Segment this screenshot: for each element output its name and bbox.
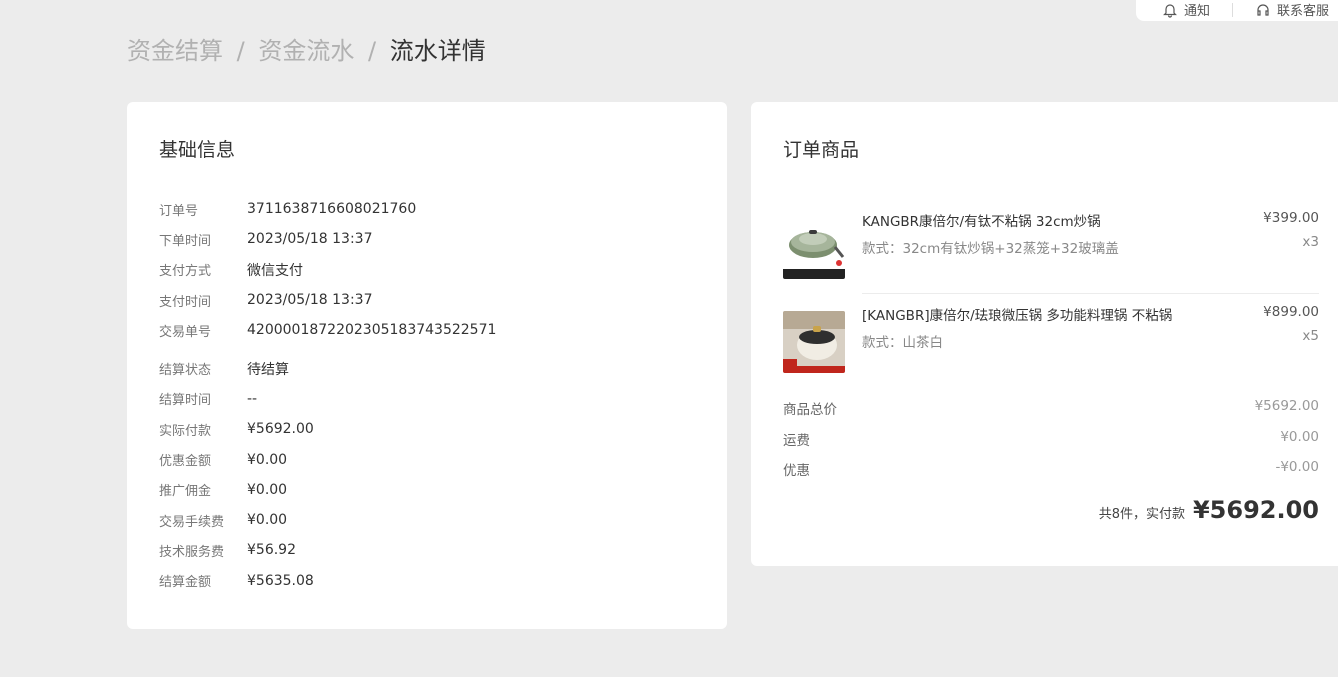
info-row-transaction-no: 交易单号 4200001872202305183743522571	[159, 315, 699, 345]
info-label: 订单号	[159, 203, 199, 219]
breadcrumb-item-fund-flow[interactable]: 资金流水	[258, 37, 354, 65]
basic-info-list: 订单号 3711638716608021760 下单时间 2023/05/18 …	[159, 194, 699, 596]
info-label: 实际付款	[159, 423, 212, 439]
info-value: 2023/05/18 13:37	[247, 231, 373, 248]
info-value: ¥0.00	[247, 451, 288, 468]
breadcrumb-separator: /	[236, 37, 245, 65]
breadcrumb-current: 流水详情	[389, 37, 486, 65]
info-row-order-time: 下单时间 2023/05/18 13:37	[159, 224, 699, 254]
info-row-actual-paid: 实际付款 ¥5692.00	[159, 414, 699, 444]
order-summary: 商品总价 ¥5692.00 运费 ¥0.00 优惠 -¥0.00 共8件，实付款…	[783, 398, 1319, 524]
summary-row-shipping: 运费 ¥0.00	[783, 429, 1319, 460]
goods-item[interactable]: [KANGBR]康倍尔/珐琅微压锅 多功能料理锅 不粘锅 款式：山茶白 ¥899…	[783, 293, 1319, 387]
goods-list: KANGBR康倍尔/有钛不粘锅 32cm炒锅 款式：32cm有钛炒锅+32蒸笼+…	[783, 200, 1319, 387]
info-row-settle-time: 结算时间 --	[159, 384, 699, 414]
notify-button[interactable]: 通知	[1162, 0, 1210, 19]
bell-icon	[1162, 2, 1178, 18]
info-value: 3711638716608021760	[247, 201, 417, 218]
info-row-discount: 优惠金额 ¥0.00	[159, 444, 699, 474]
info-label: 技术服务费	[159, 544, 225, 560]
info-label: 交易单号	[159, 324, 212, 340]
info-label: 下单时间	[159, 233, 212, 249]
info-label: 支付时间	[159, 294, 212, 310]
summary-value: ¥5692.00	[1254, 398, 1319, 414]
info-label: 结算金额	[159, 575, 212, 591]
summary-row-goods-total: 商品总价 ¥5692.00	[783, 398, 1319, 429]
summary-value: ¥0.00	[1280, 428, 1319, 445]
info-label: 推广佣金	[159, 484, 212, 500]
info-row-transaction-fee: 交易手续费 ¥0.00	[159, 505, 699, 535]
summary-label: 商品总价	[783, 402, 837, 418]
breadcrumb-item-fund-settlement[interactable]: 资金结算	[127, 37, 223, 65]
basic-info-card: 基础信息 订单号 3711638716608021760 下单时间 2023/0…	[127, 102, 727, 629]
notify-label: 通知	[1184, 4, 1211, 19]
info-value: ¥5692.00	[247, 421, 314, 438]
info-value: 微信支付	[247, 262, 303, 279]
summary-label: 优惠	[783, 463, 810, 479]
basic-info-title: 基础信息	[159, 139, 236, 161]
info-value: ¥5635.08	[247, 572, 314, 589]
product-price: ¥899.00	[1263, 304, 1319, 320]
info-value: ¥0.00	[247, 481, 288, 498]
product-thumbnail-wok[interactable]	[783, 217, 845, 279]
summary-row-discount: 优惠 -¥0.00	[783, 459, 1319, 490]
product-quantity: x5	[1302, 328, 1319, 344]
info-row-pay-method: 支付方式 微信支付	[159, 255, 699, 285]
breadcrumb: 资金结算 / 资金流水 / 流水详情	[127, 34, 486, 68]
info-row-service-fee: 技术服务费 ¥56.92	[159, 535, 699, 565]
goods-item[interactable]: KANGBR康倍尔/有钛不粘锅 32cm炒锅 款式：32cm有钛炒锅+32蒸笼+…	[783, 200, 1319, 293]
info-value: ¥0.00	[247, 512, 288, 529]
info-value: 待结算	[247, 361, 289, 378]
summary-value: -¥0.00	[1275, 459, 1319, 475]
product-name[interactable]: [KANGBR]康倍尔/珐琅微压锅 多功能料理锅 不粘锅	[862, 304, 1172, 324]
toolbar-divider	[1232, 2, 1234, 17]
total-label: 共8件，实付款	[1098, 507, 1185, 522]
order-total: 共8件，实付款 ¥5692.00	[1099, 496, 1319, 524]
product-name[interactable]: KANGBR康倍尔/有钛不粘锅 32cm炒锅	[862, 210, 1101, 230]
top-toolbar: 通知 联系客服	[1136, 0, 1338, 21]
product-quantity: x3	[1302, 234, 1319, 250]
order-goods-title: 订单商品	[783, 139, 860, 161]
info-label: 结算状态	[159, 363, 212, 379]
info-value: --	[247, 390, 258, 407]
customer-service-button[interactable]: 联系客服	[1255, 0, 1329, 19]
product-thumbnail-pressure-pot[interactable]	[783, 311, 845, 373]
info-row-settle-amount: 结算金额 ¥5635.08	[159, 566, 699, 596]
product-price: ¥399.00	[1263, 210, 1319, 226]
info-label: 优惠金额	[159, 454, 212, 470]
info-row-pay-time: 支付时间 2023/05/18 13:37	[159, 285, 699, 315]
service-label: 联系客服	[1277, 4, 1330, 19]
total-value: ¥5692.00	[1192, 496, 1319, 524]
breadcrumb-separator: /	[368, 37, 377, 65]
product-spec: 款式：32cm有钛炒锅+32蒸笼+32玻璃盖	[862, 241, 1119, 257]
info-row-commission: 推广佣金 ¥0.00	[159, 475, 699, 505]
info-label: 支付方式	[159, 264, 212, 280]
info-value: 2023/05/18 13:37	[247, 292, 373, 309]
info-row-settle-status: 结算状态 待结算	[159, 353, 699, 383]
headset-icon	[1255, 2, 1271, 18]
info-row-order-no: 订单号 3711638716608021760	[159, 194, 699, 224]
info-value: 4200001872202305183743522571	[247, 322, 497, 339]
summary-label: 运费	[783, 432, 810, 449]
product-spec: 款式：山茶白	[862, 335, 943, 351]
info-value: ¥56.92	[247, 542, 296, 559]
order-goods-card: 订单商品 KANGBR康倍尔/有钛不粘锅 32cm炒锅 款式：32cm有钛炒锅+…	[751, 102, 1338, 566]
info-label: 交易手续费	[159, 514, 225, 530]
info-label: 结算时间	[159, 393, 212, 409]
